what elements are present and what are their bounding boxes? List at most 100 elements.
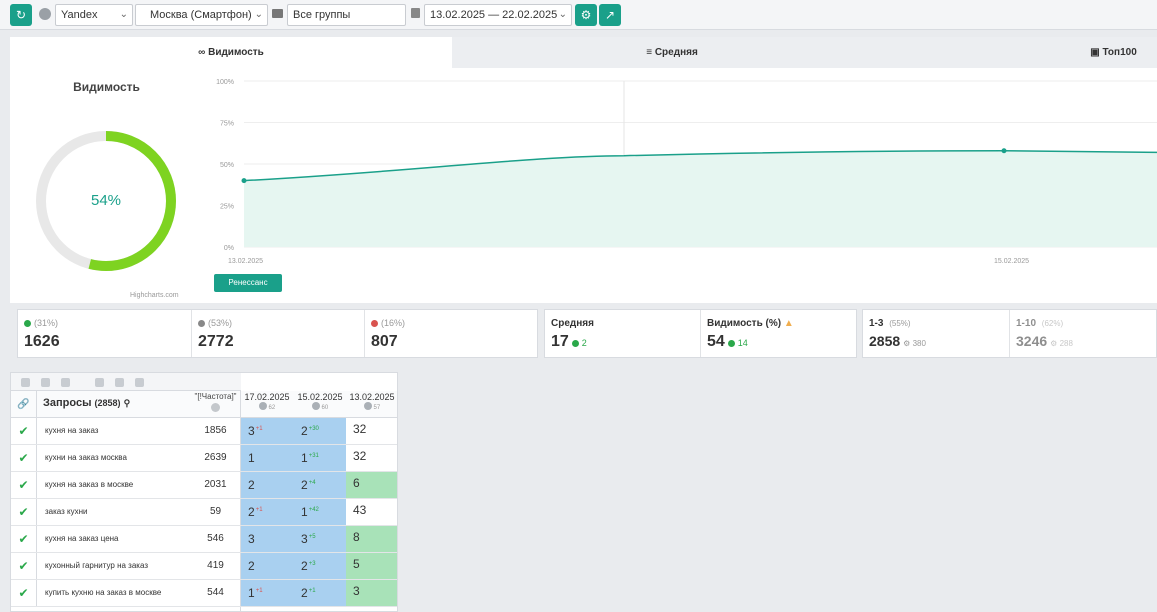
- position-value: 32: [353, 422, 367, 436]
- query-text: кухни на заказ москва: [45, 453, 127, 462]
- layers-icon: ▣: [1090, 47, 1103, 58]
- table-row[interactable]: ✔ заказ кухни 59 2+1 1+42 43: [11, 499, 397, 526]
- date-header-2[interactable]: 13.02.2025 57: [346, 392, 397, 411]
- stat-top10-label: 1-10: [1016, 318, 1037, 329]
- position-icon: [363, 402, 372, 410]
- link-icon[interactable]: [61, 378, 70, 387]
- table-row[interactable]: ✔ кухонный гарнитур на заказ 419 2 2+3 5: [11, 553, 397, 580]
- tab-average-label: Средняя: [654, 47, 698, 58]
- check-icon[interactable]: ✔: [11, 418, 37, 444]
- position-cell: 3: [241, 526, 294, 552]
- position-value: 3: [353, 584, 360, 598]
- chevron-down-icon: ⌄: [119, 9, 128, 20]
- position-cell: 2: [241, 553, 294, 579]
- y-tick-label: 75%: [220, 121, 234, 128]
- region-value: Москва (Смартфон): [150, 9, 252, 21]
- date-count: 57: [373, 405, 381, 411]
- check-icon[interactable]: ✔: [11, 553, 37, 579]
- settings-button[interactable]: ⚙: [575, 4, 597, 26]
- folder-icon: [272, 9, 283, 18]
- stat-same-value: 2772: [198, 333, 234, 350]
- search-icon[interactable]: ⚲: [124, 398, 131, 408]
- check-icon[interactable]: ✔: [11, 472, 37, 498]
- position-value: 43: [353, 503, 367, 517]
- export-button[interactable]: ↗: [599, 4, 621, 26]
- stat-up-value: 1626: [24, 333, 60, 350]
- contrast-icon[interactable]: [115, 378, 124, 387]
- query-text: кухонный гарнитур на заказ: [45, 561, 148, 570]
- date-range-select[interactable]: 13.02.2025 — 22.02.2025 ⌄: [424, 4, 572, 26]
- check-icon[interactable]: ✔: [11, 499, 37, 525]
- stat-visibility-delta: 14: [727, 338, 748, 348]
- engine-value: Yandex: [61, 9, 98, 21]
- warning-icon[interactable]: ▲: [784, 318, 794, 329]
- position-cell: 2+1: [241, 499, 294, 525]
- chart-credits: Highcharts.com: [130, 292, 179, 299]
- stat-same-pct: (53%): [208, 318, 233, 328]
- position-cell: 2+3: [294, 553, 346, 579]
- queries-table: 🔗 Запросы (2858) ⚲ "[!Частота]" 17.02.20…: [10, 372, 398, 612]
- position-delta: +3: [308, 561, 316, 567]
- position-cell: 2+1: [294, 580, 346, 606]
- frequency-header[interactable]: "[!Частота]": [191, 392, 240, 412]
- table-row[interactable]: ✔ кухня на заказ цена 546 3 3+5 8: [11, 526, 397, 553]
- position-cell: 3+1: [241, 418, 294, 444]
- check-icon[interactable]: ✔: [11, 580, 37, 606]
- region-select[interactable]: Москва (Смартфон) ⌄: [135, 4, 268, 26]
- table-row[interactable]: ✔ кухни на заказ москва 2639 1 1+31 32: [11, 445, 397, 472]
- position-value: 1: [248, 451, 255, 465]
- tab-top100-label: Топ100: [1102, 47, 1137, 58]
- tab-visibility[interactable]: ∞ Видимость: [10, 37, 452, 68]
- stat-visibility: Видимость (%) ▲ 54 14: [701, 310, 856, 357]
- y-tick-label: 100%: [216, 79, 234, 86]
- date-count: 62: [268, 405, 276, 411]
- date-header-1[interactable]: 15.02.2025 60: [294, 392, 346, 411]
- query-frequency: 419: [207, 560, 224, 571]
- query-text: кухня на заказ в москве: [45, 480, 134, 489]
- group-select[interactable]: Все группы: [287, 4, 406, 26]
- image-icon[interactable]: [135, 378, 144, 387]
- query-text: заказ кухни: [45, 507, 88, 516]
- stat-average-value: 17: [551, 333, 569, 350]
- table-row[interactable]: ✔ кухня на заказ в москве 2031 2 2+4 6: [11, 472, 397, 499]
- table-row[interactable]: ✔ купить кухню на заказ в москве 544 1+1 2+1…: [11, 580, 397, 607]
- link-column-icon[interactable]: 🔗: [11, 391, 37, 418]
- position-value: 8: [353, 530, 360, 544]
- stat-same: (53%) 2772: [192, 310, 364, 357]
- tab-average[interactable]: ≡ Средняя: [452, 37, 892, 68]
- position-cell: 8: [346, 526, 397, 552]
- tab-top100[interactable]: ▣ Топ100: [1070, 37, 1157, 68]
- query-frequency: 2639: [204, 452, 227, 463]
- position-delta: +5: [308, 534, 316, 540]
- check-icon[interactable]: ✔: [11, 445, 37, 471]
- dynamics-stats: (31%) 1626 (53%) 2772 (16%) 807: [17, 309, 538, 358]
- renaissance-button[interactable]: Ренессанс: [214, 274, 282, 292]
- position-value: 2: [301, 586, 308, 600]
- stat-average: Средняя 17 2: [545, 310, 700, 357]
- position-value: 2: [248, 505, 255, 519]
- position-value: 3: [248, 424, 255, 438]
- list-icon: ≡: [646, 47, 655, 58]
- eye-icon[interactable]: [41, 378, 50, 387]
- group-value: Все группы: [293, 9, 351, 21]
- query-text: кухня на заказ: [45, 426, 99, 435]
- table-row[interactable]: ✔ кухня на заказ 1856 3+1 2+30 32: [11, 418, 397, 445]
- date-header-0[interactable]: 17.02.2025 62: [241, 392, 293, 411]
- toolbar: ↻ Yandex ⌄ Москва (Смартфон) ⌄ Все групп…: [0, 0, 1157, 30]
- position-value: 1: [248, 586, 255, 600]
- query-frequency: 1856: [204, 425, 227, 436]
- position-delta: +1: [308, 588, 316, 594]
- engine-select[interactable]: Yandex ⌄: [55, 4, 133, 26]
- queries-header[interactable]: Запросы (2858) ⚲: [43, 397, 130, 409]
- sort-icon[interactable]: [21, 378, 30, 387]
- visibility-percent: 54%: [90, 192, 122, 209]
- date-label: 15.02.2025: [297, 392, 343, 402]
- refresh-button[interactable]: ↻: [10, 4, 32, 26]
- check-icon[interactable]: ✔: [11, 526, 37, 552]
- grid-icon[interactable]: [95, 378, 104, 387]
- position-cell: 1+42: [294, 499, 346, 525]
- position-value: 32: [353, 449, 367, 463]
- position-cell: 6: [346, 472, 397, 498]
- position-cell: 3: [346, 580, 397, 606]
- position-cell: 1: [241, 445, 294, 471]
